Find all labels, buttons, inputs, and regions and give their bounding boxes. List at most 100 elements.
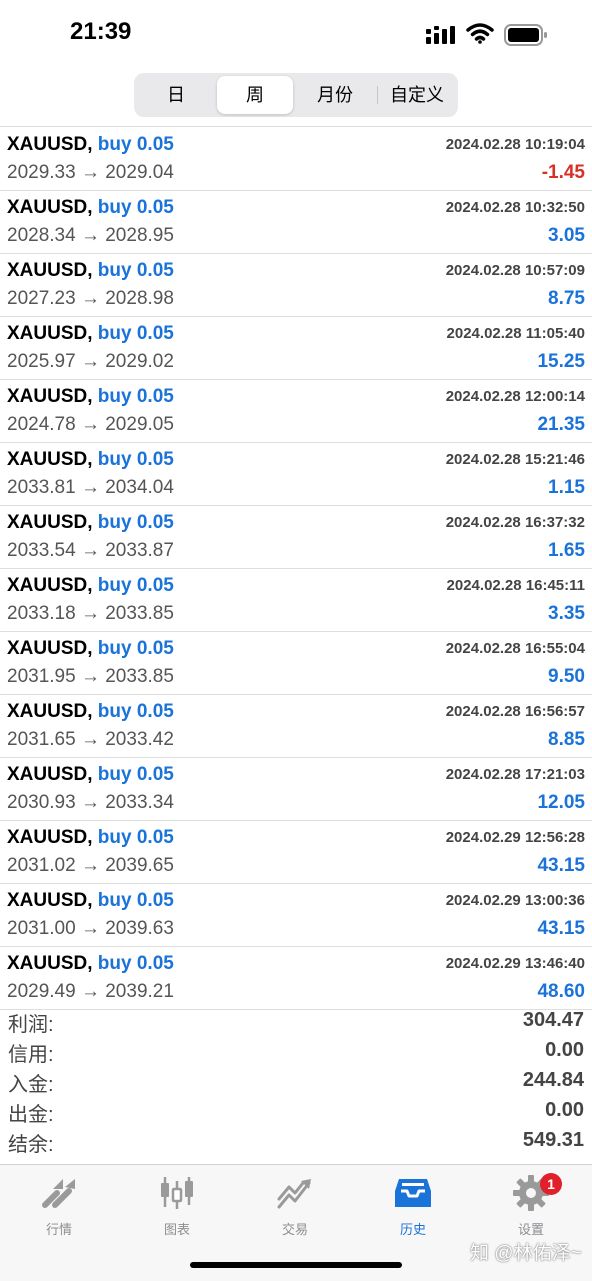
trade-profit: 8.85 xyxy=(548,729,585,750)
trade-row[interactable]: XAUUSD, buy 0.05 2024.02.29 12:56:28 2031.… xyxy=(0,821,592,884)
trade-prices: 2031.95 → 2033.85 xyxy=(7,666,174,687)
trade-side-volume: buy 0.05 xyxy=(97,827,174,848)
symbol-name: XAUUSD, xyxy=(7,827,93,848)
trade-symbol: XAUUSD, buy 0.05 xyxy=(7,953,174,975)
trade-symbol: XAUUSD, buy 0.05 xyxy=(7,449,174,471)
symbol-name: XAUUSD, xyxy=(7,953,93,974)
segment-month[interactable]: 月份 xyxy=(296,76,374,114)
trade-side-volume: buy 0.05 xyxy=(97,260,174,281)
quotes-arrows-icon xyxy=(42,1179,75,1208)
trade-symbol: XAUUSD, buy 0.05 xyxy=(7,260,174,282)
trade-side-volume: buy 0.05 xyxy=(97,890,174,911)
tab-quotes[interactable]: 行情 xyxy=(0,1173,118,1237)
trade-row[interactable]: XAUUSD, buy 0.05 2024.02.28 12:00:14 2024.… xyxy=(0,380,592,443)
trade-row[interactable]: XAUUSD, buy 0.05 2024.02.29 13:46:40 2029.… xyxy=(0,947,592,1010)
symbol-name: XAUUSD, xyxy=(7,260,93,281)
trade-symbol: XAUUSD, buy 0.05 xyxy=(7,638,174,660)
trade-profit: 8.75 xyxy=(548,288,585,309)
trade-prices: 2028.34 → 2028.95 xyxy=(7,225,174,246)
trade-datetime: 2024.02.28 15:21:46 xyxy=(445,451,585,468)
symbol-name: XAUUSD, xyxy=(7,638,93,659)
trade-row[interactable]: XAUUSD, buy 0.05 2024.02.28 15:21:46 2033.… xyxy=(0,443,592,506)
summary-row-credit: 信用: 0.00 xyxy=(0,1036,592,1066)
period-segmented-control: 日 周 月份 自定义 xyxy=(134,73,458,117)
trade-row[interactable]: XAUUSD, buy 0.05 2024.02.28 10:32:50 2028.… xyxy=(0,191,592,254)
trade-row[interactable]: XAUUSD, buy 0.05 2024.02.28 10:57:09 2027.… xyxy=(0,254,592,317)
trade-prices: 2029.33 → 2029.04 xyxy=(7,162,174,183)
trade-side-volume: buy 0.05 xyxy=(97,638,174,659)
trade-prices: 2029.49 → 2039.21 xyxy=(7,981,174,1002)
profit-value: 304.47 xyxy=(522,1009,584,1031)
trade-prices: 2030.93 → 2033.34 xyxy=(7,792,174,813)
trade-side-volume: buy 0.05 xyxy=(97,386,174,407)
trade-side-volume: buy 0.05 xyxy=(97,512,174,533)
trade-symbol: XAUUSD, buy 0.05 xyxy=(7,134,174,156)
trade-side-volume: buy 0.05 xyxy=(97,449,174,470)
symbol-name: XAUUSD, xyxy=(7,512,93,533)
trade-symbol: XAUUSD, buy 0.05 xyxy=(7,701,174,723)
profit-label: 利润: xyxy=(8,1014,54,1036)
trade-datetime: 2024.02.28 16:45:11 xyxy=(446,577,585,594)
home-indicator xyxy=(190,1262,402,1268)
tab-charts[interactable]: 图表 xyxy=(118,1173,236,1237)
trade-prices: 2031.00 → 2039.63 xyxy=(7,918,174,939)
trade-datetime: 2024.02.28 10:32:50 xyxy=(445,199,585,216)
segment-day[interactable]: 日 xyxy=(138,76,214,114)
tab-history[interactable]: 历史 xyxy=(354,1173,472,1237)
trade-profit: 3.05 xyxy=(548,225,585,246)
trade-row[interactable]: XAUUSD, buy 0.05 2024.02.28 16:55:04 2031.… xyxy=(0,632,592,695)
trade-profit: 48.60 xyxy=(537,981,585,1002)
tab-settings[interactable]: 1 设置 xyxy=(472,1173,590,1237)
tab-trade[interactable]: 交易 xyxy=(236,1173,354,1237)
trade-profit: -1.45 xyxy=(541,162,585,183)
trade-profit: 43.15 xyxy=(537,918,585,939)
trade-row[interactable]: XAUUSD, buy 0.05 2024.02.28 16:45:11 2033.… xyxy=(0,569,592,632)
summary-row-balance: 结余: 549.31 xyxy=(0,1126,592,1156)
symbol-name: XAUUSD, xyxy=(7,575,93,596)
trade-datetime: 2024.02.28 16:55:04 xyxy=(445,640,585,657)
summary-row-profit: 利润: 304.47 xyxy=(0,1006,592,1036)
segment-custom[interactable]: 自定义 xyxy=(380,76,454,114)
history-inbox-icon xyxy=(395,1179,431,1207)
trade-profit: 21.35 xyxy=(537,414,585,435)
battery-icon xyxy=(504,24,547,46)
trade-row[interactable]: XAUUSD, buy 0.05 2024.02.28 16:37:32 2033.… xyxy=(0,506,592,569)
trade-datetime: 2024.02.29 13:00:36 xyxy=(445,892,585,909)
tab-charts-label: 图表 xyxy=(163,1222,190,1237)
trade-profit: 43.15 xyxy=(537,855,585,876)
trade-datetime: 2024.02.28 16:37:32 xyxy=(445,514,585,531)
trade-datetime: 2024.02.28 10:19:04 xyxy=(445,136,585,153)
trade-datetime: 2024.02.29 13:46:40 xyxy=(445,955,585,972)
trade-row[interactable]: XAUUSD, buy 0.05 2024.02.28 10:19:04 2029.… xyxy=(0,128,592,191)
symbol-name: XAUUSD, xyxy=(7,386,93,407)
trade-prices: 2033.81 → 2034.04 xyxy=(7,477,174,498)
deposit-value: 244.84 xyxy=(522,1069,584,1091)
trade-row[interactable]: XAUUSD, buy 0.05 2024.02.28 16:56:57 2031.… xyxy=(0,695,592,758)
symbol-name: XAUUSD, xyxy=(7,764,93,785)
trade-symbol: XAUUSD, buy 0.05 xyxy=(7,827,174,849)
tab-settings-label: 设置 xyxy=(517,1222,544,1237)
trade-history-list: XAUUSD, buy 0.05 2024.02.28 10:19:04 2029.… xyxy=(0,128,592,1010)
trade-side-volume: buy 0.05 xyxy=(97,764,174,785)
header-divider xyxy=(0,126,592,127)
trade-row[interactable]: XAUUSD, buy 0.05 2024.02.29 13:00:36 2031.… xyxy=(0,884,592,947)
trade-side-volume: buy 0.05 xyxy=(97,323,174,344)
symbol-name: XAUUSD, xyxy=(7,323,93,344)
trade-profit: 3.35 xyxy=(548,603,585,624)
trade-symbol: XAUUSD, buy 0.05 xyxy=(7,386,174,408)
trade-row[interactable]: XAUUSD, buy 0.05 2024.02.28 11:05:40 2025.… xyxy=(0,317,592,380)
segment-week[interactable]: 周 xyxy=(217,76,293,114)
trade-prices: 2031.02 → 2039.65 xyxy=(7,855,174,876)
trade-datetime: 2024.02.29 12:56:28 xyxy=(445,829,585,846)
trade-prices: 2024.78 → 2029.05 xyxy=(7,414,174,435)
candlestick-chart-icon xyxy=(161,1177,193,1209)
withdrawal-value: 0.00 xyxy=(545,1099,584,1121)
balance-value: 549.31 xyxy=(522,1129,584,1151)
trade-profit: 15.25 xyxy=(537,351,585,372)
trade-prices: 2033.54 → 2033.87 xyxy=(7,540,174,561)
status-time: 21:39 xyxy=(70,18,132,45)
trade-side-volume: buy 0.05 xyxy=(97,134,174,155)
trade-row[interactable]: XAUUSD, buy 0.05 2024.02.28 17:21:03 2030.… xyxy=(0,758,592,821)
trade-datetime: 2024.02.28 16:56:57 xyxy=(445,703,585,720)
trade-symbol: XAUUSD, buy 0.05 xyxy=(7,323,174,345)
